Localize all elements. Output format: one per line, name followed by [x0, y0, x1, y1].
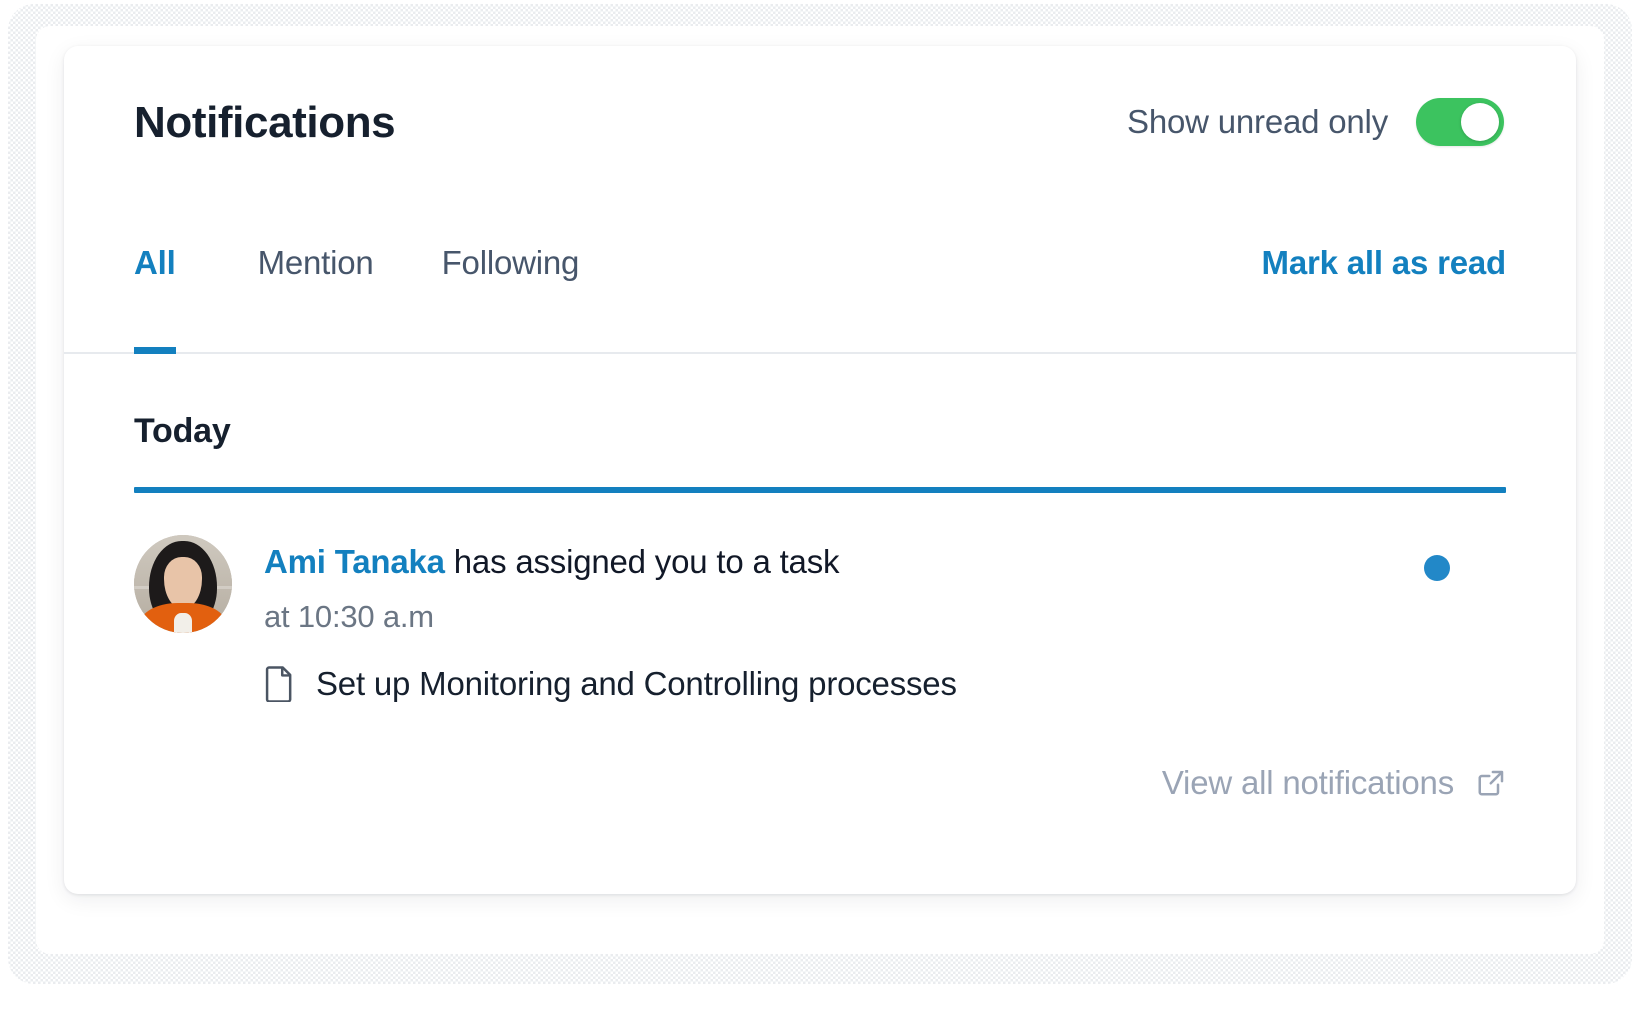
- show-unread-only-toggle[interactable]: [1416, 98, 1504, 146]
- tab-following[interactable]: Following: [408, 232, 614, 352]
- group-title-today: Today: [134, 412, 231, 450]
- avatar: [134, 535, 232, 633]
- screen-root: Notifications Show unread only All Menti…: [0, 0, 1640, 1012]
- tab-all[interactable]: All: [134, 232, 224, 354]
- header-actions: Show unread only: [1127, 98, 1504, 146]
- notifications-card: Notifications Show unread only All Menti…: [64, 46, 1576, 894]
- view-all-notifications-label: View all notifications: [1161, 764, 1454, 801]
- tab-mention[interactable]: Mention: [224, 232, 408, 352]
- tab-all-label: All: [134, 244, 176, 281]
- tab-list: All Mention Following: [134, 232, 614, 354]
- card-body: Today Ami Tanaka has assigned you to a t…: [64, 354, 1576, 894]
- notification-item[interactable]: Ami Tanaka has assigned you to a task at…: [134, 493, 1506, 635]
- notification-action-text: has assigned you to a task: [444, 543, 840, 580]
- notification-task-row[interactable]: Set up Monitoring and Controlling proces…: [264, 665, 1506, 703]
- tab-mention-label: Mention: [257, 244, 374, 281]
- card-header: Notifications Show unread only: [64, 46, 1576, 194]
- document-icon: [264, 666, 294, 703]
- page-title: Notifications: [134, 98, 396, 147]
- tab-bar: All Mention Following Mark all as read: [64, 232, 1576, 354]
- mark-all-as-read-button[interactable]: Mark all as read: [1262, 232, 1507, 282]
- notification-actor-link[interactable]: Ami Tanaka: [264, 543, 445, 580]
- external-link-icon: [1476, 768, 1506, 798]
- unread-indicator-dot: [1424, 555, 1450, 581]
- tab-following-label: Following: [441, 244, 580, 281]
- notification-task-title: Set up Monitoring and Controlling proces…: [316, 665, 957, 703]
- notification-headline: Ami Tanaka has assigned you to a task: [264, 541, 1506, 582]
- toggle-knob: [1461, 103, 1499, 141]
- notification-text: Ami Tanaka has assigned you to a task at…: [264, 535, 1506, 635]
- show-unread-only-label: Show unread only: [1127, 103, 1388, 140]
- avatar-collar: [174, 613, 192, 633]
- notification-timestamp: at 10:30 a.m: [264, 599, 434, 635]
- view-all-notifications-link[interactable]: View all notifications: [1162, 764, 1506, 802]
